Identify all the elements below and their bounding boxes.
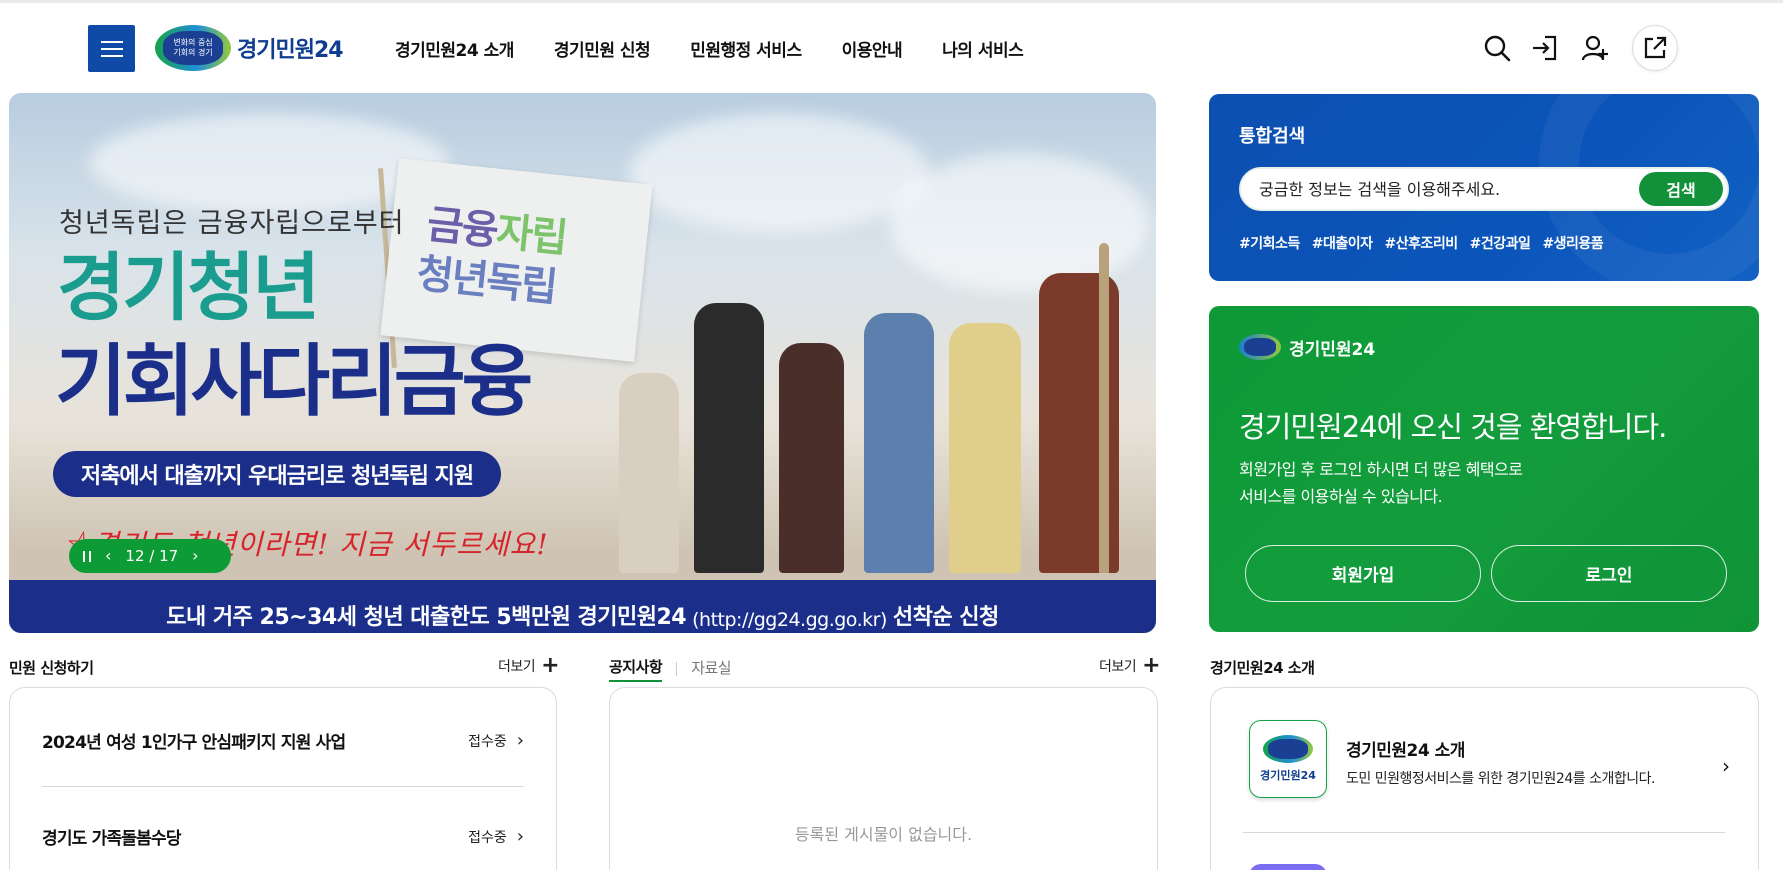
- search-tag[interactable]: #건강과일: [1470, 233, 1531, 253]
- search-submit-button[interactable]: 검색: [1639, 172, 1723, 206]
- brand-logo-icon: [1239, 334, 1281, 360]
- welcome-brand: 경기민원24: [1239, 334, 1375, 360]
- logo-text: 경기민원24: [237, 38, 344, 63]
- welcome-card: 경기민원24 경기민원24에 오신 것을 환영합니다. 회원가입 후 로그인 하…: [1209, 306, 1759, 632]
- banner-tagline: 청년독립은 금융자립으로부터: [59, 208, 405, 239]
- search-tag[interactable]: #대출이자: [1312, 233, 1373, 253]
- logo-emblem: 변화의 중심 기회의 경기: [155, 25, 231, 71]
- plus-icon: +: [541, 653, 560, 678]
- list-item[interactable]: 경기도 가족돌봄수당 접수중 ›: [42, 824, 524, 849]
- banner-title-line2: 기회사다리금융: [55, 337, 533, 427]
- welcome-description: 회원가입 후 로그인 하시면 더 많은 혜택으로 서비스를 이용하실 수 있습니…: [1239, 460, 1523, 506]
- nav-guide[interactable]: 이용안내: [842, 36, 903, 61]
- search-tag[interactable]: #산후조리비: [1385, 233, 1459, 253]
- banner-title-line1: 경기청년: [57, 245, 320, 331]
- search-icon: [1484, 35, 1511, 62]
- banner-pill: 저축에서 대출까지 우대금리로 청년독립 지원: [53, 451, 501, 497]
- integrated-search-card: 통합검색 검색 #기회소득 #대출이자 #산후조리비 #건강과일 #생리용품: [1209, 94, 1759, 281]
- plus-icon: +: [1142, 653, 1161, 678]
- prev-slide-icon[interactable]: ‹: [105, 548, 111, 564]
- empty-message: 등록된 게시물이 없습니다.: [794, 825, 973, 844]
- banner-people-illustration: [599, 233, 1156, 573]
- notice-list: 등록된 게시물이 없습니다.: [609, 687, 1158, 870]
- search-tag[interactable]: #생리용품: [1542, 233, 1603, 253]
- pause-icon[interactable]: [83, 550, 91, 562]
- apply-more-link[interactable]: 더보기 +: [498, 653, 560, 678]
- user-add-icon: [1581, 35, 1608, 61]
- chevron-right-icon[interactable]: ›: [1722, 754, 1730, 778]
- top-border: [0, 0, 1783, 3]
- tab-archive[interactable]: 자료실: [691, 657, 731, 681]
- nav-my-service[interactable]: 나의 서비스: [942, 36, 1024, 61]
- intro-item-desc: 도민 민원행정서비스를 위한 경기민원24를 소개합니다.: [1346, 771, 1655, 787]
- banner-bottom-bar: 도내 거주 25~34세 청년 대출한도 5백만원 경기민원24 (http:/…: [9, 580, 1156, 633]
- list-item[interactable]: 2024년 여성 1인가구 안심패키지 지원 사업 접수중 ›: [42, 728, 524, 753]
- nav-apply[interactable]: 경기민원 신청: [554, 36, 651, 61]
- external-link-button[interactable]: [1632, 25, 1678, 71]
- apply-section-title: 민원 신청하기: [9, 659, 94, 677]
- login-main-button[interactable]: 로그인: [1491, 545, 1727, 602]
- site-logo[interactable]: 변화의 중심 기회의 경기 경기민원24: [155, 25, 344, 71]
- login-button[interactable]: [1523, 26, 1567, 70]
- menu-button[interactable]: [88, 25, 135, 72]
- nav-admin-service[interactable]: 민원행정 서비스: [690, 36, 802, 61]
- slide-counter: 12 / 17: [125, 547, 179, 565]
- signup-icon-button[interactable]: [1573, 26, 1617, 70]
- search-tags: #기회소득 #대출이자 #산후조리비 #건강과일 #생리용품: [1239, 233, 1604, 253]
- intro-item-title[interactable]: 경기민원24 소개: [1346, 736, 1465, 761]
- search-tag[interactable]: #기회소득: [1239, 233, 1300, 253]
- intro-list: 경기민원24 경기민원24 소개 도민 민원행정서비스를 위한 경기민원24를 …: [1210, 687, 1759, 870]
- login-icon: [1533, 35, 1557, 61]
- hamburger-icon: [100, 40, 123, 43]
- search-input[interactable]: [1259, 169, 1619, 209]
- intro-logo: 경기민원24: [1249, 720, 1327, 798]
- nav-intro[interactable]: 경기민원24 소개: [395, 36, 514, 61]
- intro-section-title: 경기민원24 소개: [1210, 659, 1315, 677]
- search-title: 통합검색: [1239, 126, 1306, 147]
- notice-tabs: 공지사항 자료실: [609, 656, 732, 682]
- search-box: 검색: [1239, 167, 1729, 211]
- main-nav: 경기민원24 소개 경기민원 신청 민원행정 서비스 이용안내 나의 서비스: [395, 36, 1024, 61]
- signup-button[interactable]: 회원가입: [1245, 545, 1481, 602]
- chevron-right-icon: ›: [516, 826, 524, 847]
- logo-emblem-icon: [1263, 735, 1313, 763]
- chevron-right-icon: ›: [516, 730, 524, 751]
- external-link-icon: [1644, 36, 1667, 59]
- welcome-headline: 경기민원24에 오신 것을 환영합니다.: [1239, 410, 1667, 444]
- apply-list: 2024년 여성 1인가구 안심패키지 지원 사업 접수중 › 경기도 가족돌봄수…: [9, 687, 557, 870]
- carousel-controls: ‹ 12 / 17 ›: [69, 539, 231, 573]
- next-slide-icon[interactable]: ›: [192, 548, 198, 564]
- tab-notice[interactable]: 공지사항: [609, 656, 663, 682]
- notice-more-link[interactable]: 더보기 +: [1099, 653, 1161, 678]
- search-button[interactable]: [1475, 26, 1519, 70]
- next-item-icon: [1249, 864, 1327, 870]
